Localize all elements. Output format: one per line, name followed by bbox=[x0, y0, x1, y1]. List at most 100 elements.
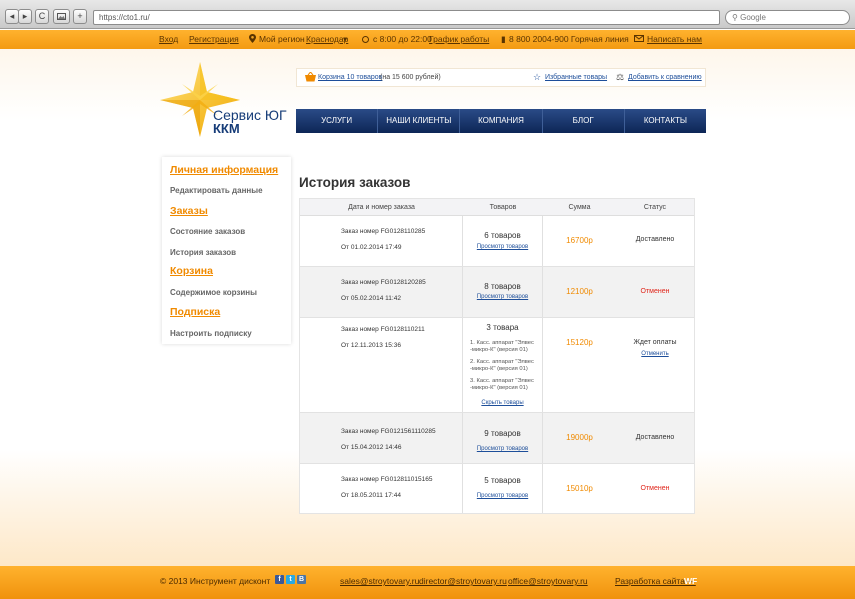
view-items-link[interactable]: Просмотр товаров bbox=[463, 446, 542, 452]
facebook-icon[interactable]: f bbox=[275, 575, 284, 584]
orders-table: Дата и номер заказа Товаров Сумма Статус… bbox=[299, 198, 695, 514]
table-row: Заказ номер FG012811015165 От 18.05.2011… bbox=[300, 464, 694, 513]
table-row: Заказ номер FG0128110285 От 01.02.2014 1… bbox=[300, 216, 694, 267]
address-bar[interactable]: https://cto1.ru/ bbox=[93, 10, 720, 25]
order-status: Доставлено bbox=[635, 434, 675, 441]
order-sum: 15010р bbox=[566, 484, 593, 493]
sidebar-heading-cart[interactable]: Корзина bbox=[170, 265, 213, 277]
sidebar-heading-orders[interactable]: Заказы bbox=[170, 205, 208, 217]
items-count: 8 товаров bbox=[484, 282, 521, 291]
account-sidebar: Личная информация Редактировать данные З… bbox=[162, 157, 291, 344]
basket-icon bbox=[305, 71, 316, 84]
email-sales-link[interactable]: sales@stroytovary.ru bbox=[340, 576, 419, 586]
column-header-status: Статус bbox=[616, 199, 694, 216]
screenshot-button[interactable] bbox=[53, 9, 70, 24]
hide-items-link[interactable]: Скрыть товары bbox=[463, 400, 542, 406]
sidebar-item-order-history[interactable]: История заказов bbox=[170, 248, 236, 257]
order-item: 2. Касс. аппарат "Элвес -микро-К" (верси… bbox=[470, 359, 534, 372]
order-sum: 12100р bbox=[566, 287, 593, 296]
order-status: Отменен bbox=[640, 485, 670, 492]
hours-text: с 8:00 до 22:00 bbox=[373, 34, 432, 44]
email-director-link[interactable]: director@stroytovary.ru bbox=[419, 576, 507, 586]
order-number: Заказ номер FG0128120285 bbox=[341, 279, 426, 286]
vk-icon[interactable]: В bbox=[297, 575, 306, 584]
order-item: 3. Касс. аппарат "Элвес -микро-К" (верси… bbox=[470, 378, 534, 391]
menu-item-clients[interactable]: НАШИ КЛИЕНТЫ bbox=[378, 109, 461, 133]
order-sum: 15120р bbox=[566, 338, 593, 347]
column-header-items: Товаров bbox=[463, 199, 543, 216]
menu-item-contacts[interactable]: КОНТАКТЫ bbox=[625, 109, 706, 133]
image-icon bbox=[57, 13, 66, 20]
copyright: © 2013 Инструмент дисконт bbox=[160, 576, 271, 586]
items-count: 3 товара bbox=[486, 323, 519, 332]
order-date: От 18.05.2011 17:44 bbox=[341, 492, 401, 499]
order-status: Ждет оплаты bbox=[633, 339, 677, 346]
menu-item-blog[interactable]: БЛОГ bbox=[543, 109, 625, 133]
sidebar-item-order-status[interactable]: Состояние заказов bbox=[170, 227, 245, 236]
menu-item-company[interactable]: КОМПАНИЯ bbox=[460, 109, 543, 133]
view-items-link[interactable]: Просмотр товаров bbox=[463, 493, 542, 499]
order-sum: 19000р bbox=[566, 433, 593, 442]
top-bar: Вход Регистрация Мой регион Краснодар ▾ … bbox=[0, 30, 855, 49]
order-number: Заказ номер FG0121561110285 bbox=[341, 428, 436, 435]
view-items-link[interactable]: Просмотр товаров bbox=[463, 244, 542, 250]
sidebar-heading-subscription[interactable]: Подписка bbox=[170, 306, 220, 318]
phone-icon: ▮ bbox=[501, 34, 506, 44]
sidebar-item-subscription-settings[interactable]: Настроить подписку bbox=[170, 329, 252, 338]
cart-strip: Корзина 10 товаров (на 15 600 рублей) ☆ … bbox=[296, 68, 706, 87]
cancel-order-link[interactable]: Отменить bbox=[616, 351, 694, 357]
mail-icon bbox=[634, 34, 644, 44]
view-items-link[interactable]: Просмотр товаров bbox=[463, 294, 542, 300]
table-row: Заказ номер FG0128110211 От 12.11.2013 1… bbox=[300, 318, 694, 413]
developer-name: WF bbox=[684, 576, 698, 586]
sidebar-heading-personal[interactable]: Личная информация bbox=[170, 164, 278, 176]
favorites-link[interactable]: Избранные товары bbox=[545, 74, 607, 81]
forward-button[interactable]: ▸ bbox=[18, 9, 32, 24]
twitter-icon[interactable]: t bbox=[286, 575, 295, 584]
search-icon: ⚲ bbox=[732, 13, 738, 22]
footer: © 2013 Инструмент дисконт f t В sales@st… bbox=[0, 566, 855, 599]
order-number: Заказ номер FG012811015165 bbox=[341, 476, 433, 483]
write-us-link[interactable]: Написать нам bbox=[647, 34, 702, 44]
browser-toolbar: ◂ ▸ C + https://cto1.ru/ ⚲ Google bbox=[0, 0, 855, 29]
table-row: Заказ номер FG0128120285 От 05.02.2014 1… bbox=[300, 267, 694, 318]
reload-button[interactable]: C bbox=[35, 9, 49, 24]
star-icon: ☆ bbox=[533, 72, 542, 82]
sidebar-item-edit-data[interactable]: Редактировать данные bbox=[170, 186, 263, 195]
order-sum: 16700р bbox=[566, 236, 593, 245]
chevron-down-icon: ▾ bbox=[343, 34, 348, 44]
search-bar[interactable]: ⚲ Google bbox=[725, 10, 850, 25]
order-number: Заказ номер FG0128110285 bbox=[341, 228, 426, 235]
order-date: От 01.02.2014 17:49 bbox=[341, 244, 402, 251]
back-button[interactable]: ◂ bbox=[5, 9, 19, 24]
hotline-text: 8 800 2004-900 Горячая линия bbox=[509, 34, 629, 44]
order-status: Доставлено bbox=[635, 236, 675, 243]
cart-link[interactable]: Корзина 10 товаров bbox=[318, 74, 382, 81]
order-date: От 12.11.2013 15:36 bbox=[341, 342, 401, 349]
sidebar-item-cart-contents[interactable]: Содержимое корзины bbox=[170, 288, 257, 297]
page-title: История заказов bbox=[299, 175, 411, 190]
clock-icon bbox=[362, 34, 369, 44]
order-date: От 05.02.2014 11:42 bbox=[341, 295, 401, 302]
logo-line2: ККМ bbox=[213, 121, 240, 136]
register-link[interactable]: Регистрация bbox=[189, 34, 239, 44]
order-item: 1. Касс. аппарат "Элвес -микро-К" (верси… bbox=[470, 340, 534, 353]
email-office-link[interactable]: office@stroytovary.ru bbox=[508, 576, 588, 586]
region-select[interactable]: Краснодар bbox=[306, 34, 348, 44]
compare-link[interactable]: Добавить к сравнению bbox=[628, 74, 702, 81]
region-label: Мой регион bbox=[259, 34, 305, 44]
order-status: Отменен bbox=[640, 288, 670, 295]
order-number: Заказ номер FG0128110211 bbox=[341, 326, 425, 333]
menu-item-services[interactable]: УСЛУГИ bbox=[296, 109, 379, 133]
schedule-link[interactable]: График работы bbox=[429, 34, 489, 44]
column-header-sum: Сумма bbox=[543, 199, 616, 216]
location-pin-icon bbox=[249, 34, 256, 45]
table-row: Заказ номер FG0121561110285 От 15.04.201… bbox=[300, 413, 694, 464]
items-count: 5 товаров bbox=[484, 476, 521, 485]
login-link[interactable]: Вход bbox=[159, 34, 178, 44]
order-date: От 15.04.2012 14:46 bbox=[341, 444, 402, 451]
new-tab-button[interactable]: + bbox=[73, 9, 87, 24]
items-count: 6 товаров bbox=[484, 231, 521, 240]
items-count: 9 товаров bbox=[484, 429, 521, 438]
cart-sum: (на 15 600 рублей) bbox=[380, 74, 441, 81]
